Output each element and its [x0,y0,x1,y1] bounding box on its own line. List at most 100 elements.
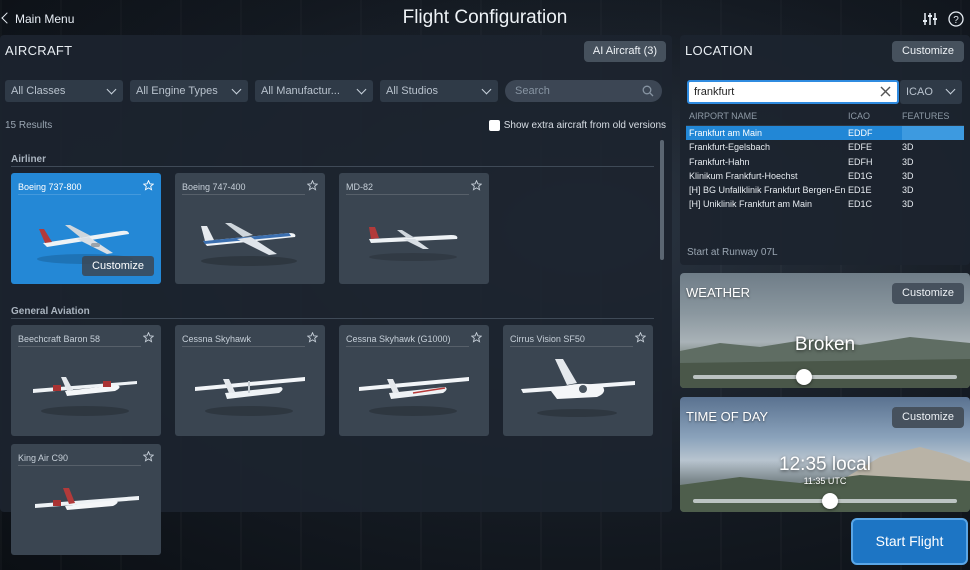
airport-search-input[interactable]: frankfurt [687,80,899,104]
time-customize-button[interactable]: Customize [892,407,964,428]
card-divider [18,194,141,195]
chevron-down-icon [356,84,367,95]
show-old-label: Show extra aircraft from old versions [503,120,666,131]
airport-name: Frankfurt-Egelsbach [689,142,771,153]
col-icao: ICAO [848,111,871,121]
aircraft-heading: AIRCRAFT [5,43,73,58]
ga-aircraft-image [359,377,469,416]
card-divider [18,465,141,466]
ai-aircraft-button[interactable]: AI Aircraft (3) [584,41,666,62]
manufacturer-filter-label: All Manufactur... [261,85,340,97]
category-general-aviation: General Aviation [11,306,90,317]
airport-row[interactable]: Frankfurt am Main EDDF [686,126,964,141]
airport-features: 3D [902,142,914,153]
engine-filter[interactable]: All Engine Types [130,80,248,102]
airport-row[interactable]: Frankfurt-Egelsbach EDFE 3D [686,140,964,154]
ga-aircraft-image [33,377,137,416]
page-title: Flight Configuration [402,7,568,28]
airport-icao: EDFE [848,142,873,153]
weather-heading: WEATHER [686,285,751,300]
results-count: 15 Results [5,120,53,131]
weather-customize-button[interactable]: Customize [892,283,964,304]
airport-name: Frankfurt-Hahn [689,156,750,167]
airport-features: 3D [902,170,914,181]
sliders-icon[interactable] [922,11,938,27]
ga-aircraft-image [195,377,305,416]
aircraft-panel: AIRCRAFT AI Aircraft (3) All Classes All… [0,35,672,555]
top-bar: Main Menu Flight Configuration ? [0,0,970,34]
search-placeholder: Search [515,85,550,97]
airliner-image [201,223,297,266]
studio-filter-label: All Studios [386,85,438,97]
aircraft-card-boeing-747-400[interactable]: Boeing 747-400 [175,173,325,284]
aircraft-card-cirrus-vision-sf50[interactable]: Cirrus Vision SF50 [503,325,653,436]
aircraft-card-md-82[interactable]: MD-82 [339,173,489,284]
class-filter[interactable]: All Classes [5,80,123,102]
chevron-down-icon [945,84,956,95]
aircraft-card-beechcraft-baron-58[interactable]: Beechcraft Baron 58 [11,325,161,436]
time-of-day-panel: TIME OF DAY Customize 12:35 local 11:35 … [680,397,970,512]
weather-slider[interactable] [693,375,957,379]
favorite-star-icon[interactable] [307,180,318,191]
start-runway-label[interactable]: Start at Runway 07L [687,247,778,258]
aircraft-name: MD-82 [346,182,374,192]
studio-filter[interactable]: All Studios [380,80,498,102]
favorite-star-icon[interactable] [635,332,646,343]
code-type-dropdown[interactable]: ICAO [900,80,962,104]
start-flight-button[interactable]: Start Flight [851,518,968,565]
favorite-star-icon[interactable] [471,180,482,191]
card-divider [182,346,305,347]
card-divider [510,346,633,347]
airport-name: Frankfurt am Main [689,128,763,138]
ga-aircraft-image [35,488,139,510]
card-divider [346,194,469,195]
weather-value: Broken [794,334,856,355]
airliner-image [369,227,458,261]
favorite-star-icon[interactable] [307,332,318,343]
location-heading: LOCATION [685,43,753,58]
favorite-star-icon[interactable] [143,332,154,343]
aircraft-name: Cessna Skyhawk (G1000) [346,334,451,344]
category-divider [11,318,654,319]
category-airliner: Airliner [11,154,47,165]
airport-name: [H] BG Unfallklinik Frankfurt Bergen-En [689,185,846,196]
col-airport-name: AIRPORT NAME [689,111,758,121]
location-panel: LOCATION Customize frankfurt ICAO AIRPOR… [680,35,970,265]
location-customize-button[interactable]: Customize [892,41,964,62]
jet-aircraft-image [521,359,635,417]
airport-row[interactable]: Frankfurt-Hahn EDFH 3D [686,155,964,169]
help-icon[interactable]: ? [948,11,964,27]
aircraft-card-king-air-c90[interactable]: King Air C90 [11,444,161,555]
airport-icao: ED1E [848,185,872,196]
category-divider [11,166,654,167]
aircraft-card-cessna-skyhawk-g1000[interactable]: Cessna Skyhawk (G1000) [339,325,489,436]
aircraft-card-boeing-737-800[interactable]: Boeing 737-800 Customize [11,173,161,284]
checkbox-box [488,120,500,131]
airport-search-value: frankfurt [694,86,735,98]
clear-search-icon[interactable] [880,86,891,97]
show-old-versions-checkbox[interactable]: Show extra aircraft from old versions [488,120,666,131]
favorite-star-icon[interactable] [143,451,154,462]
manufacturer-filter[interactable]: All Manufactur... [255,80,373,102]
aircraft-name: Cessna Skyhawk [182,334,252,344]
airport-row[interactable]: Klinikum Frankfurt-Hoechst ED1G 3D [686,169,964,183]
chevron-down-icon [231,84,242,95]
time-of-day-heading: TIME OF DAY [686,409,769,424]
customize-aircraft-button[interactable]: Customize [82,256,154,276]
aircraft-name: Beechcraft Baron 58 [18,334,101,344]
aircraft-card-cessna-skyhawk[interactable]: Cessna Skyhawk [175,325,325,436]
class-filter-label: All Classes [11,85,66,97]
airport-table: AIRPORT NAME ICAO FEATURES Frankfurt am … [686,111,964,212]
aircraft-search-input[interactable]: Search [505,80,662,102]
airport-icao: EDDF [848,128,873,138]
local-time: 12:35 local [779,454,871,475]
weather-slider-knob[interactable] [795,369,812,385]
airport-row[interactable]: [H] BG Unfallklinik Frankfurt Bergen-En E… [686,183,964,197]
airport-table-header: AIRPORT NAME ICAO FEATURES [686,111,964,126]
favorite-star-icon[interactable] [143,180,154,191]
aircraft-scrollbar[interactable] [660,140,664,260]
favorite-star-icon[interactable] [471,332,482,343]
card-divider [182,194,305,195]
airport-row[interactable]: [H] Uniklinik Frankfurt am Main ED1C 3D [686,197,964,211]
weather-panel: WEATHER Customize Broken [680,273,970,388]
